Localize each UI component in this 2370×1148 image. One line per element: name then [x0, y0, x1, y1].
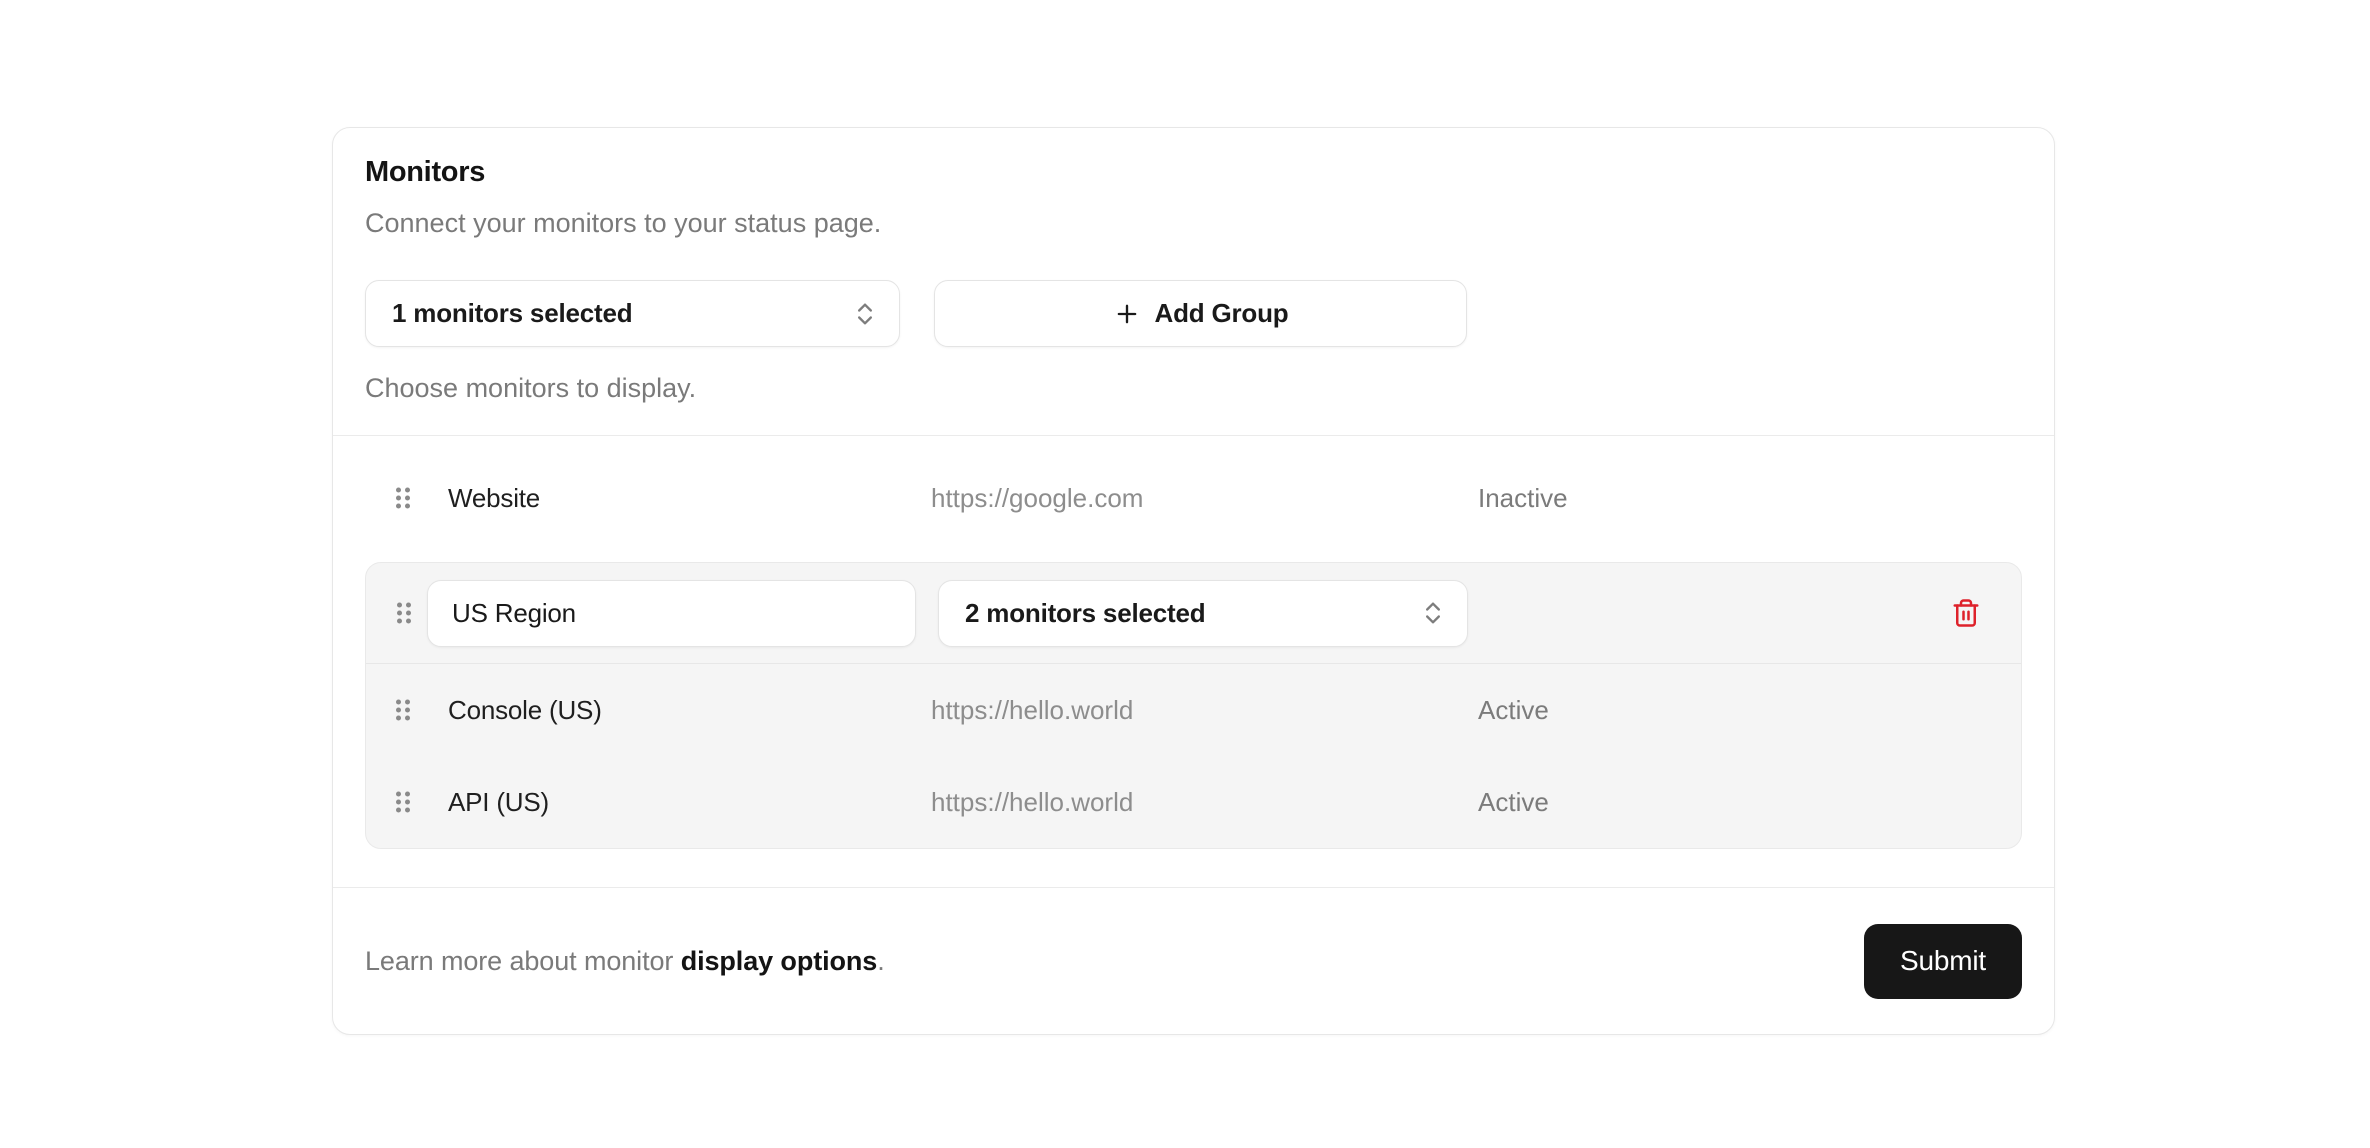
- add-group-label: Add Group: [1155, 298, 1289, 329]
- monitor-row: Website https://google.com Inactive: [365, 452, 2022, 544]
- drag-handle-icon[interactable]: [395, 601, 413, 625]
- group-monitors-select-value: 2 monitors selected: [965, 598, 1419, 629]
- group-header: 2 monitors selected: [366, 563, 2021, 663]
- monitors-select[interactable]: 1 monitors selected: [365, 280, 900, 347]
- monitor-url: https://google.com: [931, 483, 1478, 514]
- drag-handle-icon[interactable]: [394, 790, 412, 814]
- group-monitors-select[interactable]: 2 monitors selected: [938, 580, 1468, 647]
- monitor-status: Active: [1478, 787, 2021, 818]
- drag-handle-icon[interactable]: [394, 698, 412, 722]
- monitor-url: https://hello.world: [931, 695, 1478, 726]
- monitor-name: Website: [448, 483, 931, 514]
- monitors-card: Monitors Connect your monitors to your s…: [332, 127, 2055, 1035]
- card-header: Monitors Connect your monitors to your s…: [333, 128, 2054, 435]
- monitor-name: API (US): [448, 787, 931, 818]
- monitor-status: Active: [1478, 695, 2021, 726]
- monitor-row: Console (US) https://hello.world Active: [366, 664, 2021, 756]
- monitors-select-value: 1 monitors selected: [392, 298, 851, 329]
- chevrons-up-down-icon: [851, 300, 879, 328]
- footer-text-suffix: .: [877, 946, 884, 976]
- monitor-group: 2 monitors selected Console (US) htt: [365, 562, 2022, 849]
- display-options-link[interactable]: display options: [681, 946, 878, 976]
- delete-group-button[interactable]: [1947, 593, 1985, 633]
- chevrons-up-down-icon: [1419, 599, 1447, 627]
- header-controls: 1 monitors selected Add Group: [365, 280, 2022, 347]
- add-group-button[interactable]: Add Group: [934, 280, 1467, 347]
- footer-text-prefix: Learn more about monitor: [365, 946, 681, 976]
- helper-text: Choose monitors to display.: [365, 371, 2022, 405]
- group-name-input[interactable]: [427, 580, 916, 647]
- plus-icon: [1113, 300, 1141, 328]
- page-title: Monitors: [365, 154, 2022, 190]
- footer-text: Learn more about monitor display options…: [365, 946, 885, 977]
- submit-button[interactable]: Submit: [1864, 924, 2022, 999]
- monitor-status: Inactive: [1478, 483, 2022, 514]
- drag-handle-icon[interactable]: [394, 486, 412, 510]
- monitor-row: API (US) https://hello.world Active: [366, 756, 2021, 848]
- page-subtitle: Connect your monitors to your status pag…: [365, 206, 2022, 240]
- monitor-url: https://hello.world: [931, 787, 1478, 818]
- monitor-name: Console (US): [448, 695, 931, 726]
- card-footer: Learn more about monitor display options…: [333, 888, 2054, 1034]
- trash-icon: [1951, 597, 1981, 629]
- monitor-list: Website https://google.com Inactive 2 mo…: [333, 436, 2054, 887]
